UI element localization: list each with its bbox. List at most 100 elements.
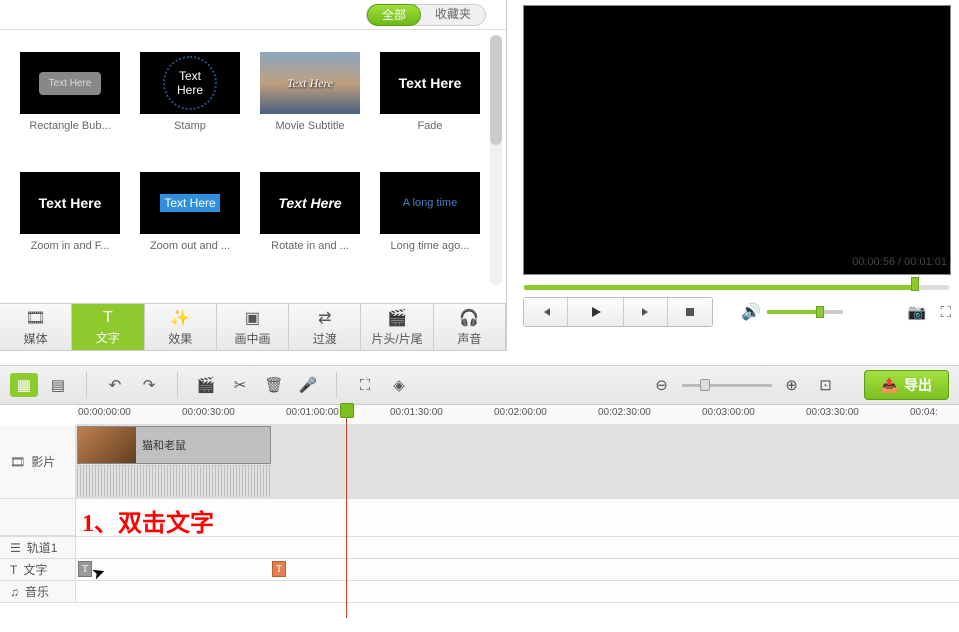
track-content-text[interactable]: T T ➤: [76, 559, 959, 580]
library-item-fade[interactable]: Text Here Fade: [380, 52, 480, 132]
prev-frame-button[interactable]: [524, 298, 568, 326]
media-icon: 🎞: [25, 308, 45, 328]
playback-controls: [523, 297, 713, 327]
item-label: Fade: [380, 120, 480, 132]
tab-pip[interactable]: ▣画中画: [217, 304, 289, 350]
preview-video[interactable]: [523, 5, 951, 275]
undo-button[interactable]: ↶: [101, 373, 129, 397]
playhead[interactable]: [340, 403, 354, 418]
text-track-icon: T: [10, 563, 17, 577]
track-music: ♫音乐: [0, 581, 959, 603]
tab-all[interactable]: 全部: [367, 4, 421, 26]
category-tabs: 🎞媒体 T文字 ✨效果 ▣画中画 ⇄过渡 🎬片头/片尾 🎧声音: [0, 303, 507, 351]
track-video: 🎞影片 猫和老鼠: [0, 425, 959, 499]
tab-text[interactable]: T文字: [72, 304, 144, 350]
volume-handle[interactable]: [816, 306, 824, 318]
track-header-music[interactable]: ♫音乐: [0, 581, 76, 602]
snapshot-button[interactable]: 📷: [908, 303, 927, 321]
text-clip-2[interactable]: T: [272, 561, 286, 577]
thumb-rotate: Text Here: [260, 172, 360, 234]
library-item-long-time[interactable]: A long time Long time ago...: [380, 172, 480, 252]
redo-button[interactable]: ↷: [135, 373, 163, 397]
progress-handle[interactable]: [911, 277, 919, 291]
list-icon: ☰: [10, 541, 21, 555]
tab-effects[interactable]: ✨效果: [145, 304, 217, 350]
delete-button[interactable]: 🗑: [260, 373, 288, 397]
track-content-track1[interactable]: [76, 537, 959, 558]
thumb-long-time: A long time: [380, 172, 480, 234]
transition-icon: ⇄: [318, 308, 331, 328]
track-header-track1[interactable]: ☰轨道1: [0, 537, 76, 558]
fullscreen-button[interactable]: ⛶: [940, 304, 951, 321]
volume-slider[interactable]: [767, 310, 843, 314]
scrollbar-thumb[interactable]: [490, 35, 502, 145]
library-item-movie-subtitle[interactable]: Text Here Movie Subtitle: [260, 52, 360, 132]
next-frame-button[interactable]: [624, 298, 668, 326]
track-content-music[interactable]: [76, 581, 959, 602]
effects-icon: ✨: [170, 308, 190, 328]
zoom-handle[interactable]: [700, 379, 710, 391]
ruler-mark: 00:03:30:00: [806, 407, 859, 418]
ruler-mark: 00:03:00:00: [702, 407, 755, 418]
playhead-line: [346, 418, 347, 618]
thumb-fade: Text Here: [380, 52, 480, 114]
tab-audio[interactable]: 🎧声音: [434, 304, 506, 350]
library-scrollbar[interactable]: [490, 35, 502, 285]
clip-thumbnail: [78, 427, 136, 463]
view-mode-1-button[interactable]: ▦: [10, 373, 38, 397]
export-button[interactable]: 📤 导出: [864, 370, 949, 400]
edit-button[interactable]: 🎬: [192, 373, 220, 397]
library-panel: 全部 收藏夹 Rectangle Bub... TextHere Stamp T…: [0, 0, 507, 351]
ruler-mark: 00:02:00:00: [494, 407, 547, 418]
zoom-out-button[interactable]: ⊖: [648, 373, 676, 397]
crop-button[interactable]: ⛶: [351, 373, 379, 397]
zoom-slider[interactable]: [682, 384, 772, 387]
track-header-text[interactable]: T文字: [0, 559, 76, 580]
track-header-video[interactable]: 🎞影片: [0, 425, 76, 498]
export-icon: 📤: [881, 377, 898, 394]
ruler-mark: 00:01:30:00: [390, 407, 443, 418]
marker-button[interactable]: ◈: [385, 373, 413, 397]
zoom-in-button[interactable]: ⊕: [778, 373, 806, 397]
time-display: 00:00:56 / 00:01:01: [852, 256, 947, 268]
library-item-zoom-in[interactable]: Text Here Zoom in and F...: [20, 172, 120, 252]
preview-progress[interactable]: [524, 280, 949, 294]
stop-icon: [685, 307, 695, 317]
video-clip[interactable]: 猫和老鼠: [77, 426, 271, 464]
track-content-video[interactable]: 猫和老鼠: [76, 425, 959, 498]
tab-transition[interactable]: ⇄过渡: [289, 304, 361, 350]
item-label: Rotate in and ...: [260, 240, 360, 252]
library-item-zoom-out[interactable]: Text Here Zoom out and ...: [140, 172, 240, 252]
track-text: T文字 T T ➤: [0, 559, 959, 581]
tab-intro[interactable]: 🎬片头/片尾: [361, 304, 433, 350]
ruler-mark: 00:00:00:00: [78, 407, 131, 418]
volume-icon[interactable]: 🔊: [741, 302, 761, 322]
next-frame-icon: [640, 306, 652, 318]
view-mode-2-button[interactable]: ▤: [44, 373, 72, 397]
zoom-fit-button[interactable]: ⊡: [812, 373, 840, 397]
timeline-ruler[interactable]: 00:00:00:00 00:00:30:00 00:01:00:00 00:0…: [76, 405, 959, 425]
thumb-stamp: TextHere: [140, 52, 240, 114]
voiceover-button[interactable]: 🎤: [294, 373, 322, 397]
library-item-rectangle-bubble[interactable]: Rectangle Bub...: [20, 52, 120, 132]
library-item-rotate[interactable]: Text Here Rotate in and ...: [260, 172, 360, 252]
clip-name: 猫和老鼠: [142, 437, 186, 453]
play-button[interactable]: [568, 298, 624, 326]
pip-icon: ▣: [245, 308, 260, 328]
tab-favorites[interactable]: 收藏夹: [421, 4, 485, 26]
music-icon: ♫: [10, 585, 19, 599]
stop-button[interactable]: [668, 298, 712, 326]
track-spacer: 1、双击文字: [0, 499, 959, 537]
item-label: Stamp: [140, 120, 240, 132]
audio-icon: 🎧: [459, 308, 479, 328]
cut-button[interactable]: ✂: [226, 373, 254, 397]
tab-media[interactable]: 🎞媒体: [0, 304, 72, 350]
item-label: Long time ago...: [380, 240, 480, 252]
library-item-stamp[interactable]: TextHere Stamp: [140, 52, 240, 132]
item-label: Zoom out and ...: [140, 240, 240, 252]
zoom-control: ⊖ ⊕ ⊡: [648, 373, 840, 397]
item-label: Zoom in and F...: [20, 240, 120, 252]
play-icon: [589, 305, 603, 319]
item-label: Rectangle Bub...: [20, 120, 120, 132]
preview-panel: 00:00:56 / 00:01:01 🔊: [507, 0, 959, 351]
